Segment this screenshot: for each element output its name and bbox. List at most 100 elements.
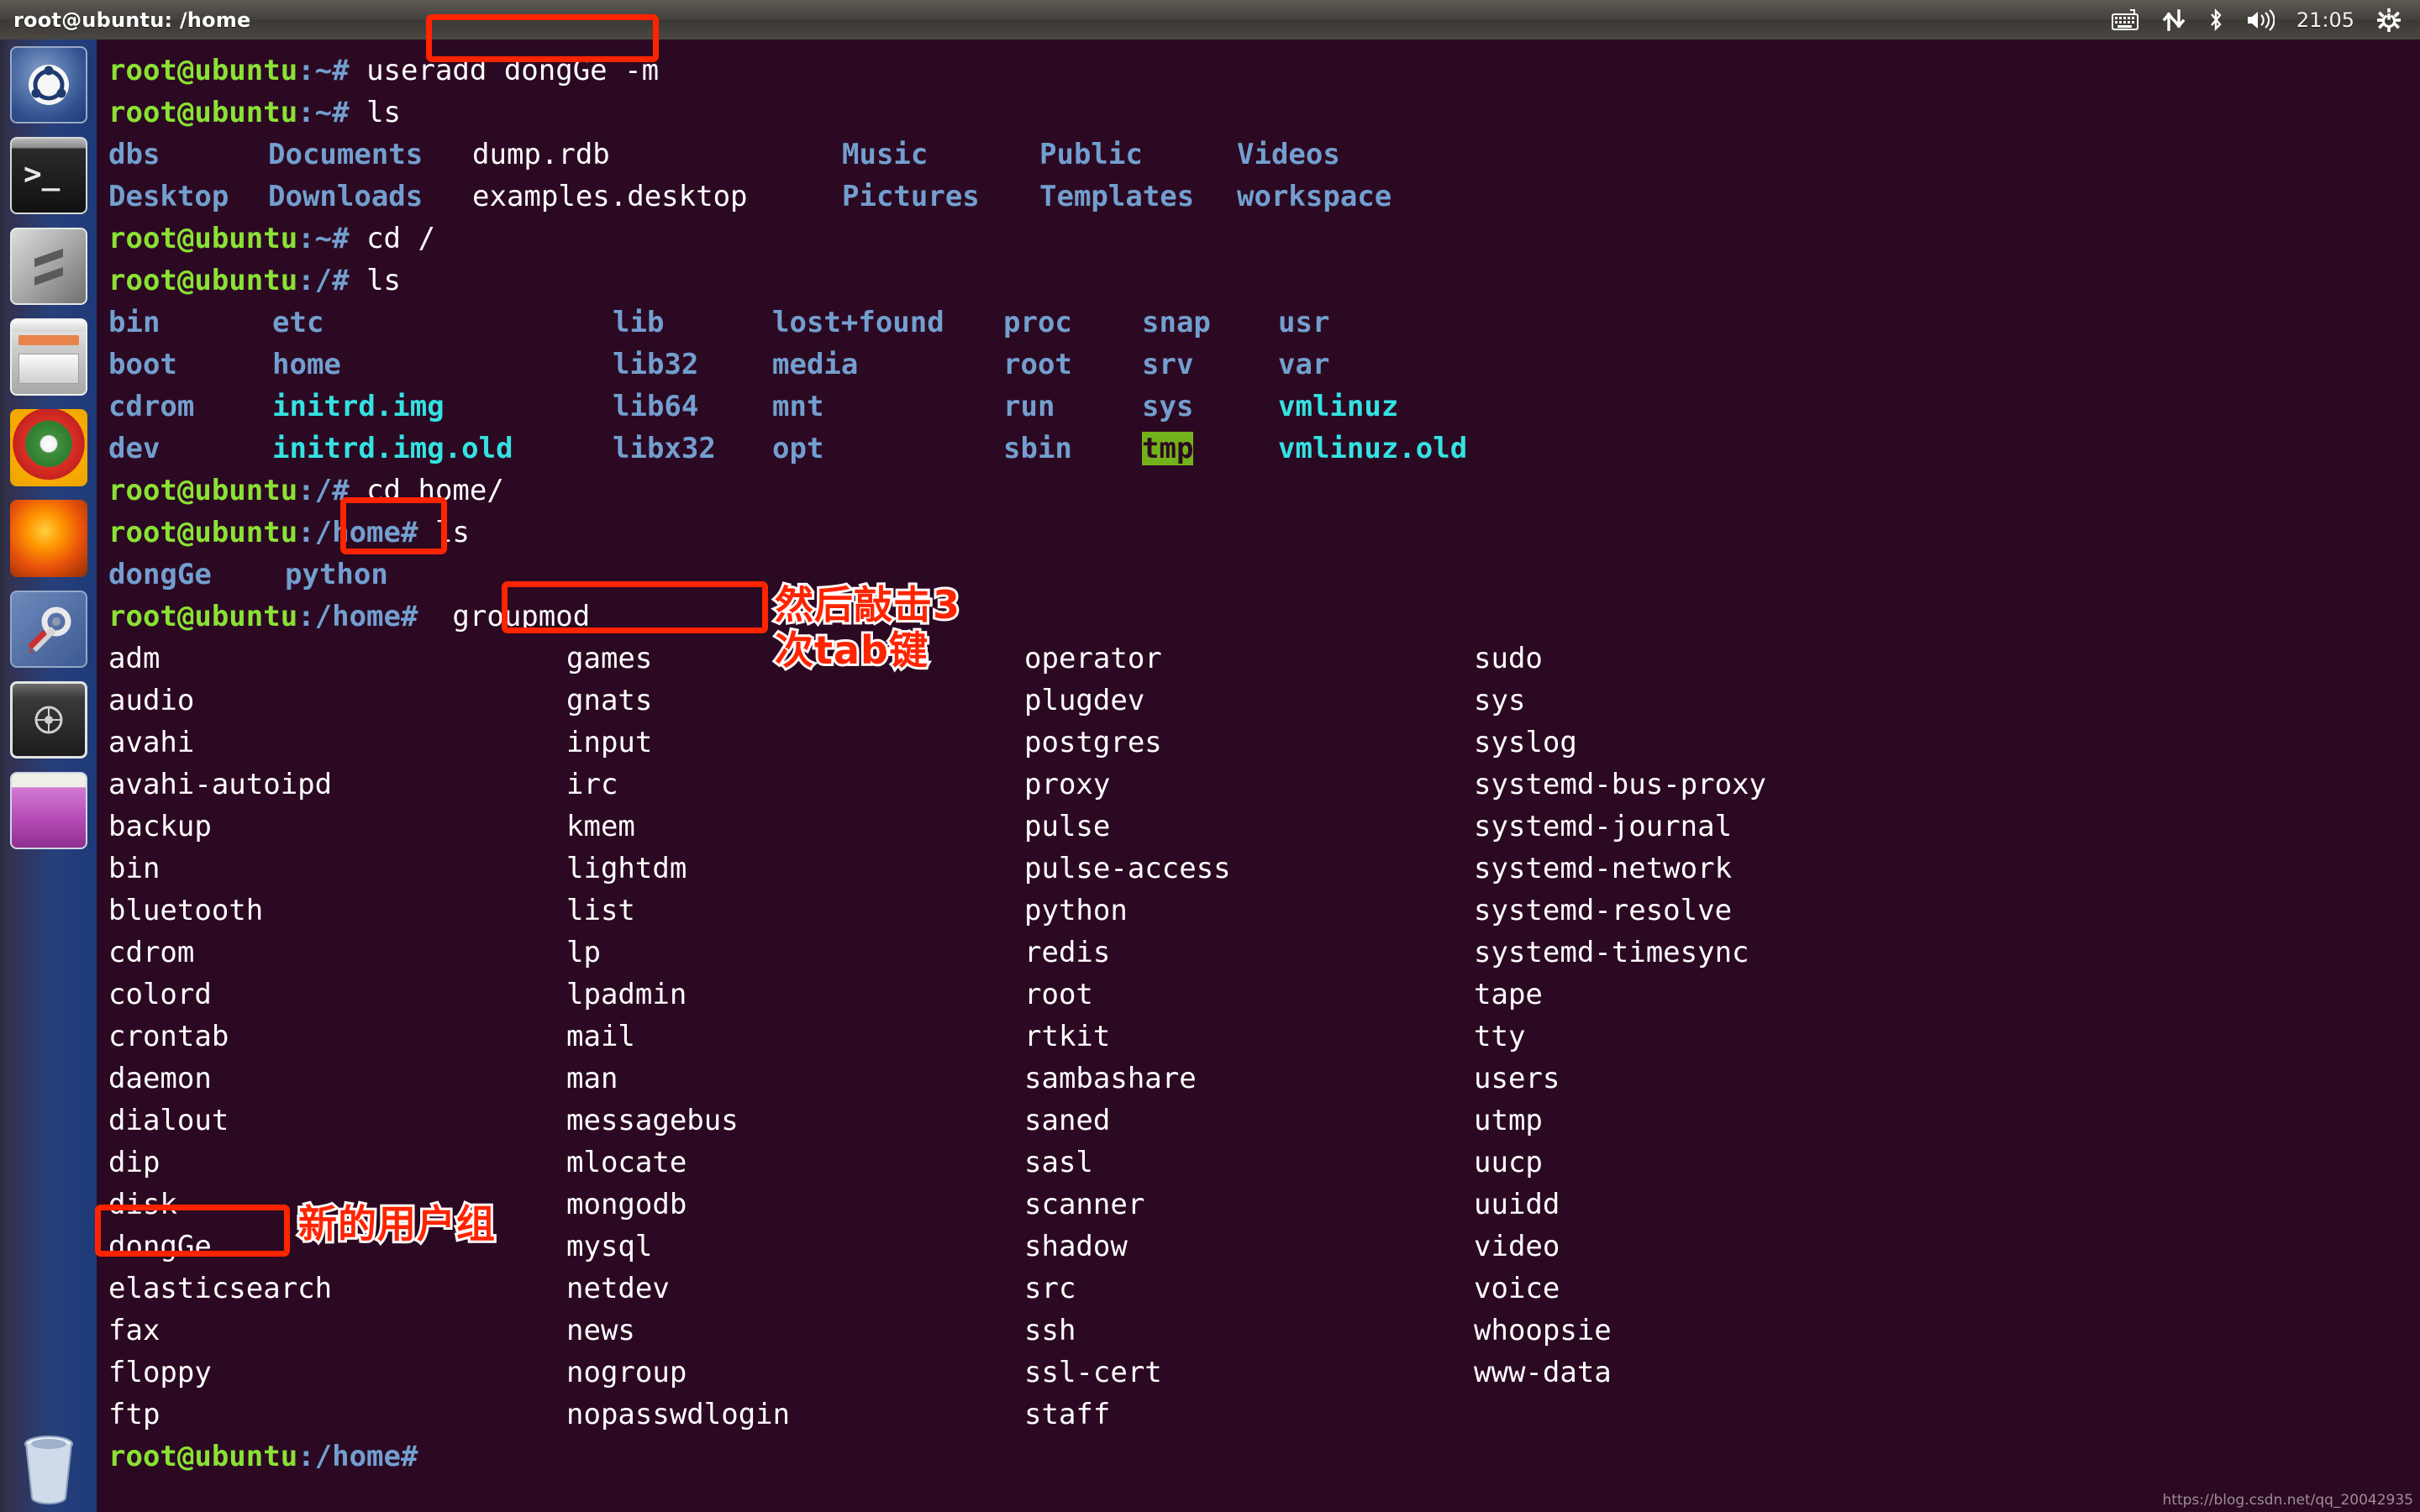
ls-entry: usr xyxy=(1278,302,2420,344)
group-entry: pulse-access xyxy=(1024,848,1474,890)
launcher-item-trash[interactable] xyxy=(10,1412,87,1504)
terminal-window[interactable]: root@ubuntu:~# useradd dongGe -m root@ub… xyxy=(97,39,2420,1512)
ls-entry: Videos xyxy=(1237,134,1455,176)
prompt-user: root@ubuntu xyxy=(108,264,297,297)
group-entry: uuidd xyxy=(1474,1184,2420,1226)
ls-entry: dbs xyxy=(108,134,268,176)
ls-entry: lib32 xyxy=(613,344,772,386)
group-entry: utmp xyxy=(1474,1100,2420,1142)
group-entry: lp xyxy=(566,932,1024,974)
launcher-item-ubuntu-dash[interactable] xyxy=(10,46,87,123)
group-entry: tty xyxy=(1474,1016,2420,1058)
ls-entry: dump.rdb xyxy=(472,134,842,176)
group-entry: systemd-timesync xyxy=(1474,932,2420,974)
clock[interactable]: 21:05 xyxy=(2296,8,2354,32)
group-completion-list: admgamesoperatorsudo audiognatsplugdevsy… xyxy=(108,638,2420,1436)
group-entry: proxy xyxy=(1024,764,1474,806)
terminal-line-prompt-ls-home: root@ubuntu:~# ls xyxy=(108,92,2420,134)
group-entry: whoopsie xyxy=(1474,1310,2420,1352)
launcher-item-firefox[interactable] xyxy=(10,500,87,577)
ls-entry: initrd.img xyxy=(272,386,613,428)
group-entry: dialout xyxy=(108,1100,566,1142)
terminal-line-prompt-cd-root: root@ubuntu:~# cd / xyxy=(108,218,2420,260)
terminal-line-prompt-ls-homedir: root@ubuntu:/home# ls xyxy=(108,512,2420,554)
group-entry: colord xyxy=(108,974,566,1016)
ls-entry: initrd.img.old xyxy=(272,428,613,470)
group-entry: sambashare xyxy=(1024,1058,1474,1100)
ls-entry: var xyxy=(1278,344,2420,386)
prompt-path: :/# xyxy=(297,474,349,507)
launcher-item-google-chrome[interactable] xyxy=(10,409,87,486)
ls-entry: Downloads xyxy=(268,176,472,218)
prompt-path: :/home# xyxy=(297,600,418,633)
group-entry: pulse xyxy=(1024,806,1474,848)
group-entry: sudo xyxy=(1474,638,2420,680)
group-entry: users xyxy=(1474,1058,2420,1100)
ls-entry: Pictures xyxy=(842,176,1039,218)
launcher-item-photos[interactable] xyxy=(10,772,87,849)
power-gear-icon[interactable] xyxy=(2376,8,2402,33)
ls-entry: lib64 xyxy=(613,386,772,428)
group-entry: tape xyxy=(1474,974,2420,1016)
ls-entry: dongGe xyxy=(108,554,285,596)
ls-entry: sys xyxy=(1142,386,1278,428)
window-title: root@ubuntu: /home xyxy=(13,8,250,32)
prompt-path: :/home# xyxy=(297,1440,418,1473)
prompt-user: root@ubuntu xyxy=(108,474,297,507)
group-entry: plugdev xyxy=(1024,680,1474,722)
group-entry: kmem xyxy=(566,806,1024,848)
prompt-user: root@ubuntu xyxy=(108,54,297,87)
terminal-line-prompt-groupmod: root@ubuntu:/home# groupmod xyxy=(108,596,2420,638)
group-entry: avahi-autoipd xyxy=(108,764,566,806)
launcher-item-screenshot[interactable] xyxy=(10,681,87,759)
group-entry: lightdm xyxy=(566,848,1024,890)
prompt-path: :/# xyxy=(297,264,349,297)
group-entry: sys xyxy=(1474,680,2420,722)
group-entry: rtkit xyxy=(1024,1016,1474,1058)
ls-entry: Templates xyxy=(1039,176,1237,218)
ls-entry: libx32 xyxy=(613,428,772,470)
network-icon[interactable] xyxy=(2162,9,2186,31)
system-tray: 21:05 xyxy=(2112,8,2408,33)
ls-entry: sbin xyxy=(1003,428,1142,470)
group-entry: systemd-bus-proxy xyxy=(1474,764,2420,806)
group-entry: mysql xyxy=(566,1226,1024,1268)
group-entry: postgres xyxy=(1024,722,1474,764)
launcher-item-sublime-text[interactable] xyxy=(10,228,87,305)
group-entry: ssl-cert xyxy=(1024,1352,1474,1394)
launcher-item-system-settings[interactable] xyxy=(10,591,87,668)
terminal-line-prompt-cd-home: root@ubuntu:/# cd home/ xyxy=(108,470,2420,512)
launcher-item-terminal[interactable]: >_ xyxy=(10,137,87,214)
group-entry: bluetooth xyxy=(108,890,566,932)
group-entry: src xyxy=(1024,1268,1474,1310)
ls-entry: vmlinuz.old xyxy=(1278,428,2420,470)
ls-entry: home xyxy=(272,344,613,386)
group-entry: mlocate xyxy=(566,1142,1024,1184)
ls-entry: workspace xyxy=(1237,176,1455,218)
group-entry: crontab xyxy=(108,1016,566,1058)
group-entry: syslog xyxy=(1474,722,2420,764)
group-entry: sasl xyxy=(1024,1142,1474,1184)
launcher-item-files[interactable] xyxy=(10,318,87,396)
ls-entry: cdrom xyxy=(108,386,272,428)
group-entry: list xyxy=(566,890,1024,932)
ls-entry: media xyxy=(772,344,1003,386)
prompt-path: :/home# xyxy=(297,516,418,549)
command-cd-root: cd / xyxy=(366,222,435,255)
group-entry: mongodb xyxy=(566,1184,1024,1226)
bluetooth-icon[interactable] xyxy=(2207,8,2224,32)
group-entry: audio xyxy=(108,680,566,722)
annotation-new-group: 新的用户组 xyxy=(298,1201,496,1247)
command-ls: ls xyxy=(366,264,401,297)
group-entry xyxy=(1474,1394,2420,1436)
ls-entry: Documents xyxy=(268,134,472,176)
prompt-user: root@ubuntu xyxy=(108,1440,297,1473)
group-entry: saned xyxy=(1024,1100,1474,1142)
group-entry: bin xyxy=(108,848,566,890)
ls-entry: proc xyxy=(1003,302,1142,344)
ls-entry: lost+found xyxy=(772,302,1003,344)
keyboard-icon[interactable] xyxy=(2112,9,2140,31)
terminal-line-prompt-ls-root: root@ubuntu:/# ls xyxy=(108,260,2420,302)
ls-entry: root xyxy=(1003,344,1142,386)
volume-icon[interactable] xyxy=(2246,9,2275,31)
